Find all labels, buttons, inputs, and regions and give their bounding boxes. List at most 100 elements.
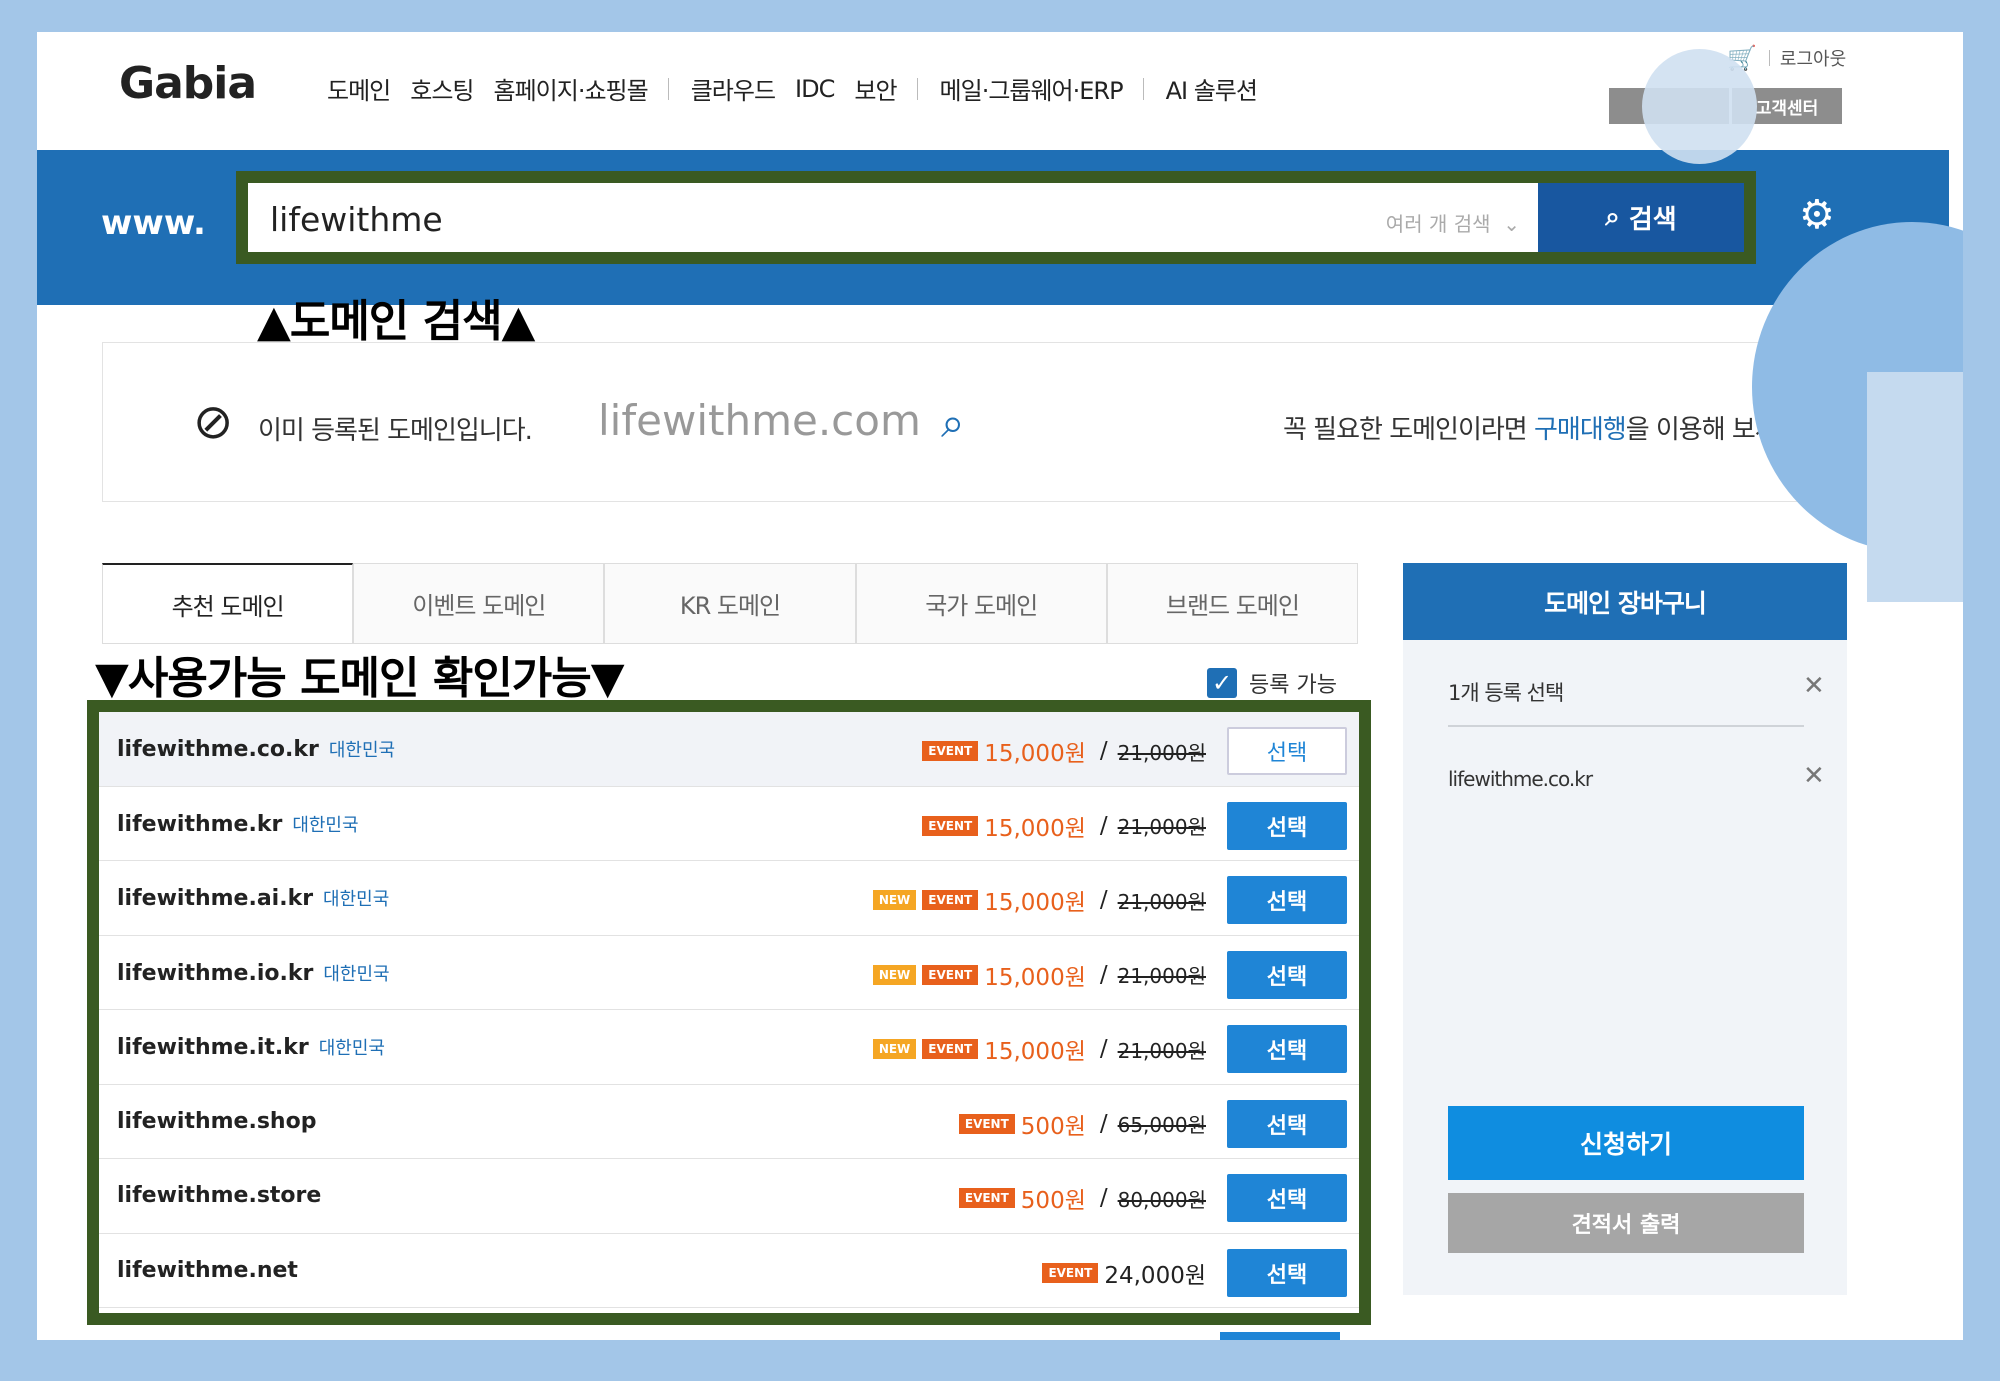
nav-divider bbox=[916, 77, 918, 100]
event-badge: EVENT bbox=[922, 741, 979, 761]
apply-button[interactable]: 신청하기 bbox=[1448, 1106, 1804, 1180]
nav-domain[interactable]: 도메인 bbox=[327, 71, 391, 106]
remove-item-close-icon[interactable]: ✕ bbox=[1803, 761, 1825, 791]
price-divider: / bbox=[1099, 738, 1108, 764]
cart-divider bbox=[1448, 725, 1804, 727]
select-button[interactable]: 선택 bbox=[1227, 1099, 1347, 1148]
domain-name-text: lifewithme.ai.kr bbox=[117, 886, 314, 911]
print-quote-button[interactable]: 견적서 출력 bbox=[1448, 1193, 1804, 1253]
sale-price: 500원 bbox=[1020, 1113, 1086, 1140]
cart-title: 도메인 장바구니 bbox=[1403, 563, 1847, 640]
select-button[interactable]: 선택 bbox=[1227, 950, 1347, 999]
domain-cart: 도메인 장바구니 1개 등록 선택 ✕ lifewithme.co.kr ✕ 신… bbox=[1403, 563, 1847, 1295]
select-button[interactable]: 선택 bbox=[1227, 1248, 1347, 1297]
nav-idc[interactable]: IDC bbox=[795, 75, 835, 103]
nav-ai-solution[interactable]: AI 솔루션 bbox=[1166, 71, 1258, 106]
domain-name-text: lifewithme.shop bbox=[117, 1108, 317, 1134]
available-filter-label: 등록 가능 bbox=[1249, 673, 1337, 698]
sale-price: 15,000원 bbox=[984, 964, 1086, 991]
domain-row: lifewithme.it.kr 대한민국 NEW EVENT 15,000원 / 21,0… bbox=[99, 1010, 1359, 1085]
select-button[interactable]: 선택 bbox=[1227, 727, 1347, 775]
domain-row: lifewithme.kr 대한민국 EVENT 15,000원 / 21,000원 선택 bbox=[99, 787, 1359, 861]
domain-search-box: 여러 개 검색 ⌄ ⌕ 검색 bbox=[236, 171, 1756, 264]
logout-link[interactable]: 로그아웃 bbox=[1780, 45, 1846, 71]
price-area: NEW EVENT 15,000원 / 21,000원 bbox=[872, 958, 1206, 992]
original-price: 21,000원 bbox=[1117, 740, 1206, 765]
domain-name: lifewithme.io.kr 대한민국 bbox=[117, 960, 390, 986]
blur-overlay bbox=[1642, 49, 1757, 164]
notice-domain: lifewithme.com bbox=[598, 396, 921, 445]
tab-brand[interactable]: 브랜드 도메인 bbox=[1106, 563, 1359, 643]
available-filter[interactable]: ✓ 등록 가능 bbox=[1207, 667, 1337, 699]
select-button[interactable]: 선택 bbox=[1227, 1025, 1347, 1073]
search-button[interactable]: ⌕ 검색 bbox=[1538, 183, 1744, 252]
nav-homepage-shop[interactable]: 홈페이지·쇼핑몰 bbox=[494, 71, 649, 106]
event-badge: EVENT bbox=[922, 890, 979, 910]
annotation-list: ▼사용가능 도메인 확인가능▼ bbox=[95, 653, 625, 704]
domain-name: lifewithme.it.kr 대한민국 bbox=[117, 1034, 385, 1060]
domain-name: lifewithme.kr 대한민국 bbox=[117, 811, 359, 837]
ban-icon: ⊘ bbox=[193, 394, 234, 450]
search-icon: ⌕ bbox=[1605, 202, 1629, 232]
price-area: EVENT 500원 / 65,000원 bbox=[958, 1107, 1206, 1141]
domain-name: lifewithme.net bbox=[117, 1258, 298, 1283]
sale-price: 24,000원 bbox=[1104, 1262, 1206, 1289]
domain-name: lifewithme.shop bbox=[117, 1109, 316, 1134]
nav-cloud[interactable]: 클라우드 bbox=[691, 71, 776, 106]
domain-row: lifewithme.store EVENT 500원 / 80,000원 선택 bbox=[99, 1159, 1359, 1234]
nav-security[interactable]: 보안 bbox=[854, 71, 897, 106]
country-label: 대한민국 bbox=[323, 963, 390, 985]
select-button[interactable]: 선택 bbox=[1227, 876, 1347, 924]
multi-search-dropdown[interactable]: 여러 개 검색 ⌄ bbox=[1386, 208, 1520, 237]
gabia-logo[interactable]: Gabia bbox=[119, 58, 257, 109]
tab-recommended[interactable]: 추천 도메인 bbox=[102, 563, 354, 643]
domain-tabs: 추천 도메인 이벤트 도메인 KR 도메인 국가 도메인 브랜드 도메인 bbox=[102, 563, 1359, 644]
utility-menu: 🛒 로그아웃 bbox=[1727, 44, 1846, 72]
www-prefix: www. bbox=[101, 203, 206, 243]
event-badge: EVENT bbox=[958, 1188, 1015, 1208]
original-price: 21,000원 bbox=[1117, 815, 1206, 839]
check-icon[interactable]: ✓ bbox=[1207, 668, 1237, 698]
tab-country[interactable]: 국가 도메인 bbox=[855, 563, 1107, 643]
domain-search-input[interactable] bbox=[268, 199, 1072, 240]
price-divider: / bbox=[1099, 961, 1108, 988]
whois-search-icon[interactable]: ⌕ bbox=[941, 398, 965, 448]
domain-row: lifewithme.ai.kr 대한민국 NEW EVENT 15,000원 / 21,0… bbox=[99, 861, 1359, 936]
domain-name-text: lifewithme.kr bbox=[117, 811, 283, 837]
nav-hosting[interactable]: 호스팅 bbox=[410, 71, 474, 106]
hint-text: 꼭 필요한 도메인이라면 bbox=[1283, 415, 1534, 445]
tab-kr[interactable]: KR 도메인 bbox=[604, 563, 856, 643]
clear-all-close-icon[interactable]: ✕ bbox=[1803, 671, 1825, 701]
original-price: 65,000원 bbox=[1117, 1113, 1206, 1137]
main-nav: 도메인 호스팅 홈페이지·쇼핑몰 클라우드 IDC 보안 메일·그룹웨어·ERP… bbox=[327, 71, 1277, 106]
country-label: 대한민국 bbox=[328, 740, 396, 761]
price-area: NEW EVENT 15,000원 / 21,000원 bbox=[872, 883, 1206, 917]
nav-mail-groupware[interactable]: 메일·그룹웨어·ERP bbox=[940, 71, 1124, 106]
price-divider: / bbox=[1099, 1036, 1108, 1062]
price-area: EVENT 15,000원 / 21,000원 bbox=[922, 809, 1206, 843]
search-button-label: 검색 bbox=[1628, 205, 1677, 235]
price-area: NEW EVENT 15,000원 / 21,000원 bbox=[872, 1032, 1206, 1066]
domain-result-list: lifewithme.co.kr 대한민국 EVENT 15,000원/21,000원… bbox=[87, 700, 1371, 1325]
tab-event[interactable]: 이벤트 도메인 bbox=[353, 563, 605, 643]
gear-icon[interactable]: ⚙ bbox=[1799, 192, 1835, 238]
original-price: 21,000원 bbox=[1117, 964, 1206, 988]
purchase-agent-hint: 꼭 필요한 도메인이라면 구매대행을 이용해 보세요. bbox=[1283, 409, 1809, 446]
price-divider: / bbox=[1099, 1110, 1108, 1137]
domain-row: lifewithme.net EVENT 24,000원 선택 bbox=[99, 1234, 1359, 1308]
domain-name-text: lifewithme.io.kr bbox=[117, 960, 314, 986]
event-badge: EVENT bbox=[958, 1113, 1015, 1134]
price-area: EVENT 15,000원 / 21,000원 bbox=[922, 734, 1206, 768]
next-select-button-partial[interactable] bbox=[1220, 1332, 1340, 1340]
browser-page: Gabia 도메인 호스팅 홈페이지·쇼핑몰 클라우드 IDC 보안 메일·그룹… bbox=[37, 32, 1963, 1340]
price-area: EVENT 24,000원 bbox=[1042, 1256, 1206, 1290]
select-button[interactable]: 선택 bbox=[1227, 1174, 1347, 1222]
search-band: www. 여러 개 검색 ⌄ ⌕ 검색 ⚙ bbox=[37, 150, 1949, 305]
event-badge: EVENT bbox=[922, 964, 979, 985]
new-badge: NEW bbox=[872, 1039, 917, 1059]
multi-search-label: 여러 개 검색 bbox=[1385, 212, 1491, 236]
select-button[interactable]: 선택 bbox=[1227, 801, 1347, 850]
price-divider: / bbox=[1099, 812, 1108, 839]
event-badge: EVENT bbox=[922, 815, 979, 836]
purchase-agent-link[interactable]: 구매대행 bbox=[1534, 415, 1627, 445]
